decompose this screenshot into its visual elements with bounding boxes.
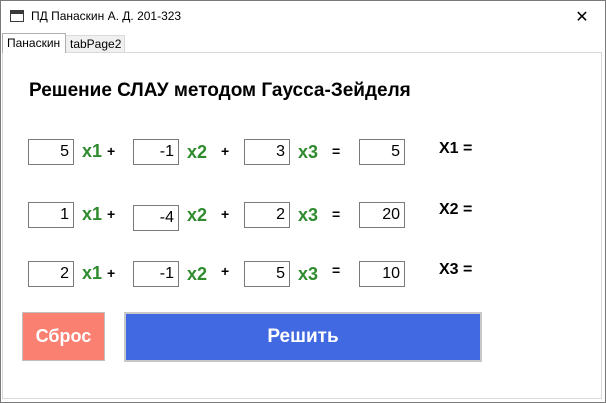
reset-button[interactable]: Сброс bbox=[22, 312, 105, 361]
plus-sign: + bbox=[221, 263, 230, 279]
var-x1-label: x1 bbox=[82, 263, 103, 283]
coef-a11-input[interactable] bbox=[28, 139, 74, 165]
app-window-icon bbox=[10, 10, 24, 22]
var-x2-label: x2 bbox=[187, 264, 208, 284]
result-x1-label: X1 = bbox=[439, 140, 473, 157]
result-x3-label: X3 = bbox=[439, 261, 473, 278]
close-button[interactable]: ✕ bbox=[559, 1, 605, 32]
rhs-b2-input[interactable] bbox=[359, 202, 405, 228]
tab-page2[interactable]: tabPage2 bbox=[65, 35, 125, 52]
title-bar: ПД Панаскин А. Д. 201-323 ✕ bbox=[1, 1, 605, 32]
rhs-b3-input[interactable] bbox=[359, 261, 405, 287]
coef-a13-input[interactable] bbox=[244, 139, 290, 165]
var-x2-label: x2 bbox=[187, 142, 208, 162]
equals-sign: = bbox=[332, 262, 341, 278]
plus-sign: + bbox=[107, 206, 116, 222]
rhs-b1-input[interactable] bbox=[359, 139, 405, 165]
window-title: ПД Панаскин А. Д. 201-323 bbox=[31, 9, 182, 23]
close-icon: ✕ bbox=[575, 8, 589, 26]
coef-a32-input[interactable] bbox=[133, 261, 179, 287]
coef-a22-input[interactable] bbox=[133, 205, 179, 231]
plus-sign: + bbox=[221, 206, 230, 222]
var-x3-label: x3 bbox=[298, 264, 319, 284]
page-title: Решение СЛАУ методом Гаусса-Зейделя bbox=[29, 80, 411, 101]
coef-a33-input[interactable] bbox=[244, 261, 290, 287]
result-x2-label: X2 = bbox=[439, 201, 473, 218]
var-x1-label: x1 bbox=[82, 141, 103, 161]
tab-panaskin[interactable]: Панаскин bbox=[2, 33, 66, 53]
plus-sign: + bbox=[107, 143, 116, 159]
coef-a31-input[interactable] bbox=[28, 261, 74, 287]
coef-a23-input[interactable] bbox=[244, 202, 290, 228]
equals-sign: = bbox=[332, 206, 341, 222]
var-x3-label: x3 bbox=[298, 205, 319, 225]
var-x2-label: x2 bbox=[187, 205, 208, 225]
solve-button[interactable]: Решить bbox=[124, 312, 482, 362]
equals-sign: = bbox=[332, 143, 341, 159]
var-x3-label: x3 bbox=[298, 142, 319, 162]
coef-a12-input[interactable] bbox=[133, 139, 179, 165]
coef-a21-input[interactable] bbox=[28, 202, 74, 228]
plus-sign: + bbox=[221, 143, 230, 159]
var-x1-label: x1 bbox=[82, 204, 103, 224]
plus-sign: + bbox=[107, 265, 116, 281]
